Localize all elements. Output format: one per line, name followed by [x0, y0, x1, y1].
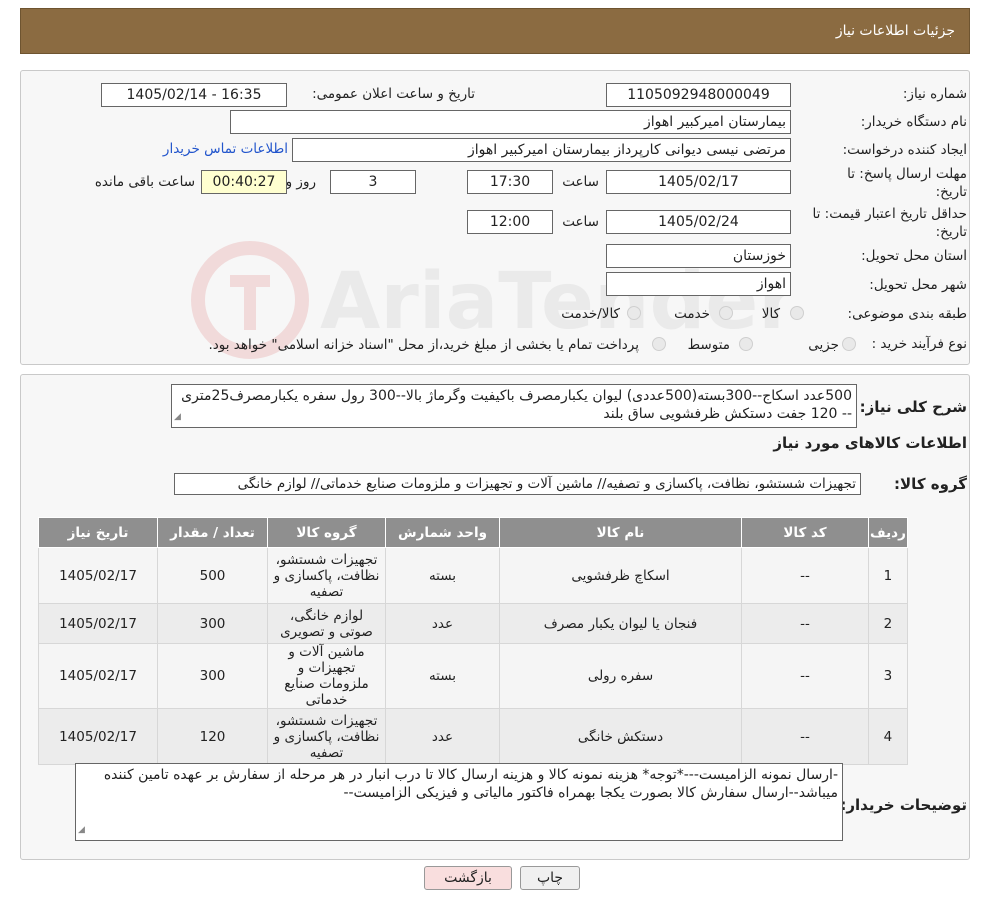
need-number-label: شماره نیاز: [902, 86, 967, 102]
creator-field: مرتضی نیسی دیوانی کارپرداز بیمارستان امی… [292, 138, 791, 162]
purchase-radio-medium[interactable] [739, 337, 753, 351]
deadline-date-field: 1405/02/17 [606, 170, 791, 194]
days-label: روز و [285, 174, 316, 190]
items-table-wrapper: ردیف کد کالا نام کالا واحد شمارش گروه کا… [38, 517, 908, 765]
validity-label-date: تاریخ: [935, 224, 967, 240]
description-textarea[interactable]: 500عدد اسکاج--300بسته(500عددی) لیوان یکب… [171, 384, 857, 428]
cell-unit: بسته [385, 643, 500, 709]
deadline-time-field: 17:30 [467, 170, 553, 194]
cell-quantity: 500 [157, 547, 268, 604]
cell-goods-group: تجهیزات شستشو، نظافت، پاکسازی و تصفیه [267, 547, 386, 604]
purchase-checkbox-treasury[interactable] [652, 337, 666, 351]
cell-goods-group: تجهیزات شستشو، نظافت، پاکسازی و تصفیه [267, 708, 386, 765]
print-button[interactable]: چاپ [520, 866, 580, 890]
col-header-item-name: نام کالا [499, 517, 742, 548]
table-row: 4 -- دستکش خانگی عدد تجهیزات شستشو، نظاف… [38, 708, 908, 765]
creator-label: ایجاد کننده درخواست: [842, 142, 967, 158]
buyer-org-field: بیمارستان امیرکبیر اهواز [230, 110, 791, 134]
buyer-contact-link[interactable]: اطلاعات تماس خریدار [163, 141, 288, 157]
cell-item-code: -- [741, 547, 869, 604]
cell-goods-group: ماشین آلات و تجهیزات و ملزومات صنایع خدم… [267, 643, 386, 709]
purchase-note: پرداخت تمام یا بخشی از مبلغ خرید،از محل … [208, 337, 639, 353]
need-number-field: 1105092948000049 [606, 83, 791, 107]
remaining-time-label: ساعت باقی مانده [94, 174, 195, 190]
cell-unit: عدد [385, 708, 500, 765]
remaining-time-field: 00:40:27 [201, 170, 287, 194]
category-option-goods: کالا [761, 306, 780, 322]
col-header-item-code: کد کالا [741, 517, 869, 548]
cell-unit: عدد [385, 603, 500, 644]
cell-row-number: 4 [868, 708, 908, 765]
table-header-row: ردیف کد کالا نام کالا واحد شمارش گروه کا… [38, 517, 908, 548]
deadline-label-date: تاریخ: [935, 184, 967, 200]
validity-label: حداقل تاریخ اعتبار قیمت: تا [812, 206, 967, 222]
category-radio-goods[interactable] [790, 306, 804, 320]
col-header-unit: واحد شمارش [385, 517, 500, 548]
cell-row-number: 1 [868, 547, 908, 604]
back-button[interactable]: بازگشت [424, 866, 512, 890]
col-header-quantity: تعداد / مقدار [157, 517, 268, 548]
deadline-time-label: ساعت [562, 174, 599, 190]
category-radio-goods-service[interactable] [627, 306, 641, 320]
validity-time-field: 12:00 [467, 210, 553, 234]
goods-section-title: اطلاعات کالاهای مورد نیاز [773, 434, 967, 452]
cell-need-date: 1405/02/17 [38, 547, 158, 604]
cell-item-name: سفره رولی [499, 643, 742, 709]
province-field: خوزستان [606, 244, 791, 268]
resize-handle-icon[interactable]: ◢ [78, 821, 85, 839]
cell-quantity: 300 [157, 643, 268, 709]
table-row: 1 -- اسکاچ ظرفشویی بسته تجهیزات شستشو، ن… [38, 547, 908, 604]
announce-datetime-field: 1405/02/14 - 16:35 [101, 83, 287, 107]
cell-item-code: -- [741, 643, 869, 709]
col-header-row-number: ردیف [868, 517, 908, 548]
cell-item-code: -- [741, 708, 869, 765]
page-header: جزئیات اطلاعات نیاز [20, 8, 970, 54]
table-row: 2 -- فنجان یا لیوان یکبار مصرف عدد لوازم… [38, 603, 908, 644]
deadline-label: مهلت ارسال پاسخ: تا [847, 166, 967, 182]
svg-text:AriaTender.neT: AriaTender.neT [320, 257, 790, 347]
buyer-org-label: نام دستگاه خریدار: [860, 114, 967, 130]
province-label: استان محل تحویل: [861, 248, 967, 264]
cell-need-date: 1405/02/17 [38, 603, 158, 644]
col-header-need-date: تاریخ نیاز [38, 517, 158, 548]
cell-goods-group: لوازم خانگی، صوتی و تصویری [267, 603, 386, 644]
buyer-notes-label: توضیحات خریدار: [840, 796, 967, 814]
col-header-goods-group: گروه کالا [267, 517, 386, 548]
items-table: ردیف کد کالا نام کالا واحد شمارش گروه کا… [38, 517, 908, 765]
city-field: اهواز [606, 272, 791, 296]
cell-quantity: 120 [157, 708, 268, 765]
goods-group-field: تجهیزات شستشو، نظافت، پاکسازی و تصفیه// … [174, 473, 861, 495]
page-title: جزئیات اطلاعات نیاز [835, 23, 955, 39]
cell-item-code: -- [741, 603, 869, 644]
cell-item-name: فنجان یا لیوان یکبار مصرف [499, 603, 742, 644]
cell-item-name: اسکاچ ظرفشویی [499, 547, 742, 604]
validity-time-label: ساعت [562, 214, 599, 230]
buyer-notes-text: -ارسال نمونه الزامیست---*توجه* هزینه نمو… [103, 767, 838, 801]
purchase-type-label: نوع فرآیند خرید : [871, 336, 967, 352]
announce-label: تاریخ و ساعت اعلان عمومی: [312, 86, 475, 102]
cell-row-number: 2 [868, 603, 908, 644]
buyer-notes-textarea[interactable]: -ارسال نمونه الزامیست---*توجه* هزینه نمو… [75, 763, 843, 841]
category-label: طبقه بندی موضوعی: [847, 306, 967, 322]
purchase-radio-minor[interactable] [842, 337, 856, 351]
cell-row-number: 3 [868, 643, 908, 709]
category-option-service: خدمت [674, 306, 710, 322]
table-row: 3 -- سفره رولی بسته ماشین آلات و تجهیزات… [38, 643, 908, 709]
cell-unit: بسته [385, 547, 500, 604]
goods-group-label: گروه کالا: [894, 475, 967, 493]
cell-need-date: 1405/02/17 [38, 643, 158, 709]
description-text: 500عدد اسکاج--300بسته(500عددی) لیوان یکب… [181, 388, 852, 422]
purchase-option-minor: جزیی [808, 337, 839, 353]
city-label: شهر محل تحویل: [869, 277, 967, 293]
days-remaining-field: 3 [330, 170, 416, 194]
cell-item-name: دستکش خانگی [499, 708, 742, 765]
description-label: شرح کلی نیاز: [859, 398, 967, 416]
category-option-goods-service: کالا/خدمت [561, 306, 620, 322]
cell-quantity: 300 [157, 603, 268, 644]
cell-need-date: 1405/02/17 [38, 708, 158, 765]
validity-date-field: 1405/02/24 [606, 210, 791, 234]
resize-handle-icon[interactable]: ◢ [174, 408, 181, 426]
purchase-option-medium: متوسط [687, 337, 730, 353]
category-radio-service[interactable] [719, 306, 733, 320]
